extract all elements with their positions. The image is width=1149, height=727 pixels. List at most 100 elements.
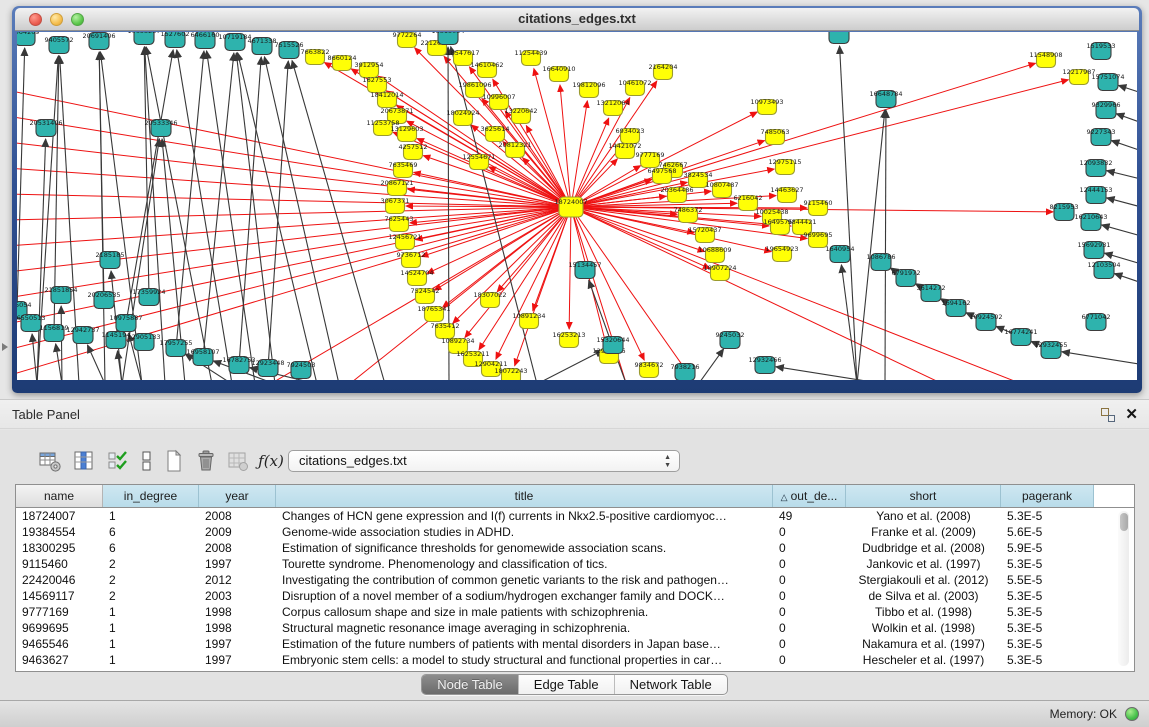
network-view-canvas[interactable]: 2064209940557220691406106532871527602646… [17,32,1137,380]
table-row[interactable]: 946554611997Estimation of the future num… [16,636,1134,652]
table-cell: Investigating the contribution of common… [276,572,773,588]
column-header-out-degree[interactable]: △out_de... [773,485,846,507]
show-columns-button[interactable] [70,447,98,475]
graph-node-label: 19812096 [572,81,605,89]
close-panel-icon[interactable]: ✕ [1125,405,1138,423]
table-cell: 0 [773,556,846,572]
window-controls [29,13,84,26]
table-row[interactable]: 1872400712008Changes of HCN gene express… [16,508,1134,524]
table-cell: 18724007 [16,508,103,524]
row-height-icon [134,449,158,473]
column-header-in-degree[interactable]: in_degree [103,485,199,507]
graph-edge [776,367,885,380]
graph-edge [32,334,37,380]
graph-node-label: 15720437 [688,226,721,234]
minimize-window-button[interactable] [50,13,63,26]
table-source-dropdown[interactable]: citations_edges.txt ▲▼ [288,450,680,472]
table-row[interactable]: 2242004622012Investigating the contribut… [16,572,1134,588]
graph-node-label: 7663822 [301,48,330,56]
network-window-titlebar[interactable]: citations_edges.txt [15,8,1139,31]
graph-node-label: 12975115 [768,158,801,166]
graph-node-label: 6934023 [616,127,645,135]
table-header-row: name in_degree year title △out_de... sho… [16,485,1134,508]
column-visibility-button[interactable] [104,447,132,475]
graph-node-label: 6466160 [191,32,220,39]
table-cell: 6 [103,524,199,540]
table-mode-button[interactable] [36,447,64,475]
graph-edge [1111,141,1137,152]
scrollbar-thumb[interactable] [1120,513,1128,531]
tab-edge-table[interactable]: Edge Table [518,675,614,694]
show-columns-icon [72,449,96,473]
table-cell: Genome-wide association studies in ADHD. [276,524,773,540]
graph-node-label: 14524704 [400,269,433,277]
table-row[interactable]: 911546021997Tourette syndrome. Phenomeno… [16,556,1134,572]
network-view-window[interactable]: citations_edges.txt 20642099405572206914… [12,6,1142,393]
graph-node-label: 14421072 [608,142,641,150]
graph-node-label: 9245032 [716,331,745,339]
graph-node-label: 12093832 [1079,159,1112,167]
graph-node-label: 18307022 [473,291,506,299]
zoom-window-button[interactable] [71,13,84,26]
column-header-short[interactable]: short [846,485,1001,507]
create-column-button[interactable] [160,447,188,475]
table-cell: Structural magnetic resonance image aver… [276,620,773,636]
table-row[interactable]: 1456911722003Disruption of a novel membe… [16,588,1134,604]
graph-edge [1107,198,1137,208]
graph-edge [533,215,568,310]
graph-node-label: 15692931 [1077,241,1110,249]
close-window-button[interactable] [29,13,42,26]
memory-status-indicator[interactable] [1125,707,1139,721]
row-height-button[interactable] [132,447,160,475]
graph-node-label: 17359924 [132,288,165,296]
tab-node-table[interactable]: Node Table [422,675,518,694]
column-header-name[interactable]: name [16,485,103,507]
column-header-pagerank[interactable]: pagerank [1001,485,1094,507]
table-vertical-scrollbar[interactable] [1118,511,1129,666]
table-row[interactable]: 977716911998Corpus callosum shape and si… [16,604,1134,620]
graph-node-label: 12444153 [1079,186,1112,194]
graph-node-label: 2164204 [649,63,678,71]
graph-edge [146,47,212,380]
graph-node-label: 6791972 [892,269,921,277]
graph-node-label: 9329966 [1092,101,1121,109]
table-cell: 5.6E-5 [1001,524,1094,540]
table-row[interactable]: 1830029562008Estimation of significance … [16,540,1134,556]
table-cell: 14569117 [16,588,103,604]
table-cell: 1997 [199,636,276,652]
graph-edge [17,48,24,301]
table-row[interactable]: 969969511998Structural magnetic resonanc… [16,620,1134,636]
table-cell: Tourette syndrome. Phenomenology and cla… [276,556,773,572]
graph-node-label: 20364486 [660,186,693,194]
graph-node-label: 18412014 [370,91,403,99]
column-header-year[interactable]: year [199,485,276,507]
graph-node-label: 1086786 [867,253,896,261]
graph-node-label: 7515526 [275,41,304,49]
panel-grip-arrow[interactable] [2,343,8,351]
graph-node-label: 1519533 [1087,42,1116,50]
graph-node-label: 12942737 [66,326,99,334]
graph-edge [54,56,59,324]
table-row[interactable]: 946362711997Embryonic stem cells: a mode… [16,652,1134,668]
graph-node-label: 15751074 [1091,73,1124,81]
import-table-button[interactable] [224,447,252,475]
network-graph[interactable]: 2064209940557220691406106532871527602646… [17,32,1137,380]
tab-network-table[interactable]: Network Table [614,675,727,694]
table-panel-header: Table Panel ✕ [0,399,1149,429]
graph-node-label: 18072243 [494,367,527,375]
graph-node-label: 9227343 [1087,128,1116,136]
function-builder-button[interactable]: ƒ(x) [254,447,288,475]
table-cell: 1 [103,604,199,620]
graph-node-label: 10973493 [750,98,783,106]
memory-status-label: Memory: OK [1050,701,1117,727]
table-cell: 1997 [199,556,276,572]
column-header-title[interactable]: title [276,485,773,507]
float-panel-icon[interactable] [1101,408,1115,422]
table-row[interactable]: 1938455462009Genome-wide association stu… [16,524,1134,540]
delete-columns-button[interactable] [192,447,220,475]
table-cell: Disruption of a novel member of a sodium… [276,588,773,604]
graph-node-label: 1627553 [363,76,392,84]
graph-node-label: 19654923 [765,245,798,253]
table-cell: 2012 [199,572,276,588]
graph-node-label: 7625443 [385,215,414,223]
